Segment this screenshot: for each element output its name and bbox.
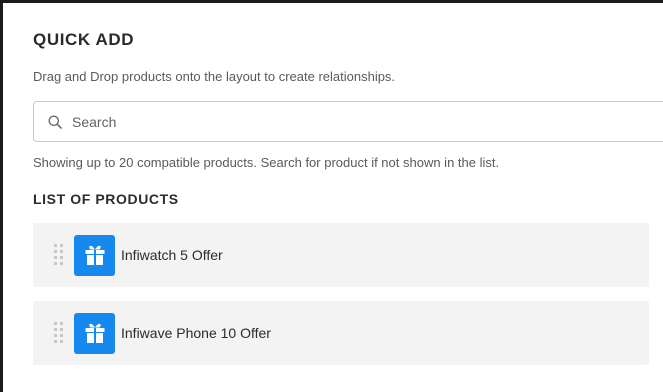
gift-icon [74,312,115,354]
product-item[interactable]: Infiwatch 5 Offer [33,223,649,287]
product-list: Infiwatch 5 Offer Infiwave Phone 10 Offe… [33,223,663,365]
list-hint: Showing up to 20 compatible products. Se… [33,155,500,170]
panel-subtitle: Drag and Drop products onto the layout t… [33,69,396,84]
search-box[interactable] [33,101,663,142]
product-item[interactable]: Infiwave Phone 10 Offer [33,301,649,365]
gift-icon [74,234,115,276]
list-title: LIST OF PRODUCTS [33,191,179,207]
product-label: Infiwave Phone 10 Offer [121,325,271,341]
search-input[interactable] [72,102,663,141]
product-label: Infiwatch 5 Offer [121,247,223,263]
drag-handle-icon[interactable] [54,322,64,344]
quick-add-panel: QUICK ADD Drag and Drop products onto th… [33,29,663,379]
search-icon [48,115,62,129]
quick-add-window: QUICK ADD Drag and Drop products onto th… [0,0,663,392]
drag-handle-icon[interactable] [54,244,64,266]
panel-title: QUICK ADD [33,30,135,49]
